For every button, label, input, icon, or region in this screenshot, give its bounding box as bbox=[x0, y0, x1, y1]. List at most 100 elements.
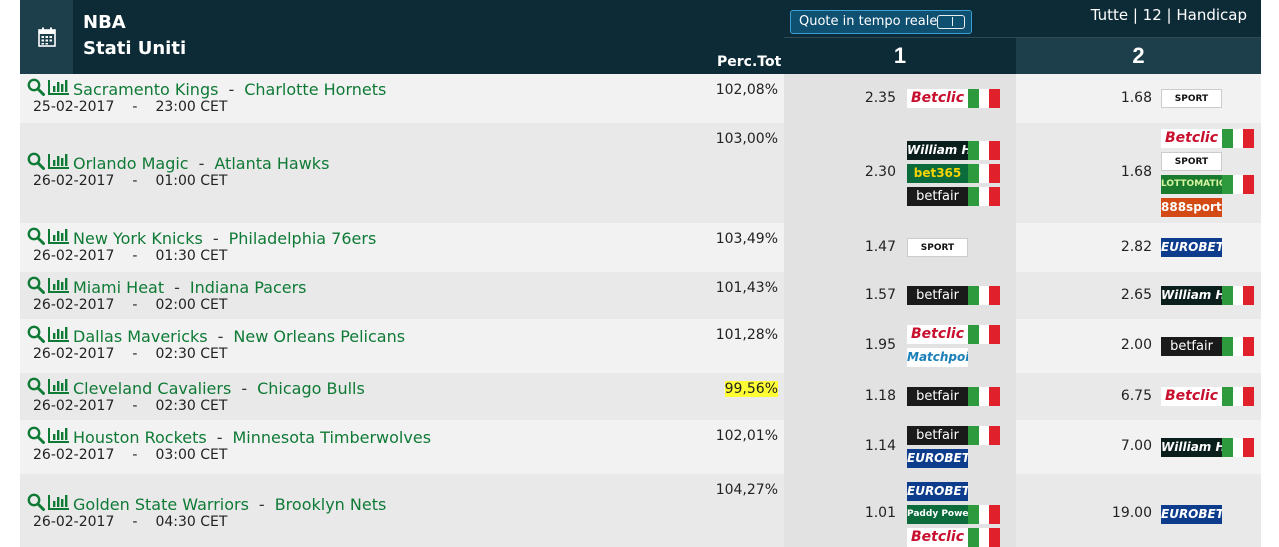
payout-value: 102,08% bbox=[715, 82, 778, 98]
match-row: 2.30 Orlando Magic - Atlanta Hawks 26-02-201… bbox=[20, 123, 1261, 223]
away-team-link[interactable]: New Orleans Pelicans bbox=[233, 327, 405, 346]
search-icon[interactable] bbox=[27, 493, 45, 515]
stats-icon[interactable] bbox=[48, 493, 70, 515]
bookmaker-betfair[interactable]: betfair bbox=[907, 387, 1001, 406]
match-date: 25-02-2017 bbox=[33, 99, 115, 115]
odd-home[interactable]: 2.35 bbox=[784, 90, 896, 106]
odd-home[interactable]: 1.01 bbox=[784, 505, 896, 521]
home-team-link[interactable]: Houston Rockets bbox=[73, 428, 207, 447]
bookmakers-away: William Hill bbox=[1161, 438, 1255, 461]
home-team-link[interactable]: Orlando Magic bbox=[73, 154, 189, 173]
away-team-link[interactable]: Charlotte Hornets bbox=[244, 80, 386, 99]
odd-home[interactable]: 1.57 bbox=[784, 287, 896, 303]
odd-away[interactable]: 1.68 bbox=[1040, 164, 1152, 180]
search-icon[interactable] bbox=[27, 78, 45, 100]
match-datetime: 25-02-2017 - 23:00 CET bbox=[27, 99, 386, 115]
bookmaker-betfair[interactable]: betfair bbox=[907, 286, 1001, 305]
odd-away[interactable]: 19.00 bbox=[1040, 505, 1152, 521]
bookmaker-betclic[interactable]: Betclic bbox=[1161, 387, 1255, 406]
bookmaker-betclic[interactable]: Betclic bbox=[907, 89, 1001, 108]
odd-away[interactable]: 6.75 bbox=[1040, 388, 1152, 404]
search-icon[interactable] bbox=[27, 377, 45, 399]
filter-handicap[interactable]: Handicap bbox=[1176, 6, 1247, 24]
bookmaker-sport[interactable]: SPORT bbox=[1161, 152, 1254, 171]
away-team-link[interactable]: Indiana Pacers bbox=[190, 278, 307, 297]
filter-12[interactable]: 12 bbox=[1143, 6, 1162, 24]
bookmaker-william-hill[interactable]: William Hill bbox=[1161, 438, 1255, 457]
bookmaker-betclic[interactable]: Betclic bbox=[907, 325, 1001, 344]
stats-icon[interactable] bbox=[48, 78, 70, 100]
bookmaker-betclic[interactable]: Betclic bbox=[907, 528, 1001, 547]
home-team-link[interactable]: Miami Heat bbox=[73, 278, 164, 297]
odd-away[interactable]: 2.00 bbox=[1040, 337, 1152, 353]
stats-icon[interactable] bbox=[48, 276, 70, 298]
odd-away[interactable]: 2.82 bbox=[1040, 239, 1152, 255]
stats-icon[interactable] bbox=[48, 426, 70, 448]
away-team-link[interactable]: Philadelphia 76ers bbox=[229, 229, 377, 248]
bookmaker-sport[interactable]: SPORT bbox=[1161, 89, 1222, 108]
bookmaker-sport[interactable]: SPORT bbox=[907, 238, 968, 257]
bookmaker-eurobet[interactable]: EUROBET bbox=[1161, 505, 1222, 524]
match-info: Cleveland Cavaliers - Chicago Bulls 26-02-2… bbox=[27, 377, 365, 414]
odd-away[interactable]: 1.68 bbox=[1040, 90, 1152, 106]
away-team-link[interactable]: Atlanta Hawks bbox=[214, 154, 329, 173]
match-teams: Sacramento Kings - Charlotte Hornets bbox=[27, 78, 386, 100]
home-team-link[interactable]: New York Knicks bbox=[73, 229, 203, 248]
odd-home[interactable]: 1.95 bbox=[784, 337, 896, 353]
filter-all[interactable]: Tutte bbox=[1091, 6, 1128, 24]
bookmaker-logo: Matchpoint bbox=[907, 348, 968, 367]
bookmaker-betfair[interactable]: betfair bbox=[1161, 337, 1255, 356]
bookmaker-logo: Betclic bbox=[907, 89, 968, 108]
away-team-link[interactable]: Brooklyn Nets bbox=[275, 495, 387, 514]
bookmaker-william-hill[interactable]: William Hill bbox=[1161, 286, 1255, 305]
bookmaker-888sport-it[interactable]: 888sport.it bbox=[1161, 198, 1254, 217]
search-icon[interactable] bbox=[27, 227, 45, 249]
search-icon[interactable] bbox=[27, 325, 45, 347]
home-team-link[interactable]: Golden State Warriors bbox=[73, 495, 249, 514]
bookmaker-eurobet[interactable]: EUROBET bbox=[907, 449, 1000, 468]
bookmaker-logo: Betclic bbox=[1161, 129, 1222, 148]
stats-icon[interactable] bbox=[48, 325, 70, 347]
odd-home[interactable]: 1.14 bbox=[784, 438, 896, 454]
live-odds-toggle[interactable]: Quote in tempo reale bbox=[790, 10, 972, 34]
match-datetime: 26-02-2017 - 04:30 CET bbox=[27, 514, 386, 530]
match-time: 01:30 CET bbox=[155, 248, 228, 264]
search-icon[interactable] bbox=[27, 426, 45, 448]
search-icon[interactable] bbox=[27, 152, 45, 174]
match-datetime: 26-02-2017 - 01:30 CET bbox=[27, 248, 376, 264]
italy-flag-icon bbox=[968, 505, 1001, 524]
home-team-link[interactable]: Sacramento Kings bbox=[73, 80, 218, 99]
search-icon[interactable] bbox=[27, 276, 45, 298]
bookmaker-bet365[interactable]: bet365 bbox=[907, 164, 1001, 183]
live-odds-label: Quote in tempo reale bbox=[799, 14, 938, 29]
bookmaker-eurobet[interactable]: EUROBET bbox=[1161, 238, 1222, 257]
odd-home[interactable]: 1.18 bbox=[784, 388, 896, 404]
home-team-link[interactable]: Dallas Mavericks bbox=[73, 327, 208, 346]
match-info: New York Knicks - Philadelphia 76ers 26-02-… bbox=[27, 227, 377, 264]
odd-home[interactable]: 2.30 bbox=[784, 164, 896, 180]
odd-away[interactable]: 7.00 bbox=[1040, 438, 1152, 454]
bookmaker-betfair[interactable]: betfair bbox=[907, 426, 1001, 445]
bookmaker-matchpoint[interactable]: Matchpoint bbox=[907, 348, 1000, 367]
stats-icon[interactable] bbox=[48, 227, 70, 249]
bookmakers-home: betfair EUROBET bbox=[907, 426, 1001, 472]
bookmaker-william-hill[interactable]: William Hill bbox=[907, 141, 1001, 160]
stats-icon[interactable] bbox=[48, 152, 70, 174]
bookmaker-logo: EUROBET bbox=[907, 482, 968, 501]
bookmaker-betfair[interactable]: betfair bbox=[907, 187, 1001, 206]
perc-column-header: Perc.Tot bbox=[717, 54, 782, 70]
bookmaker-eurobet[interactable]: EUROBET bbox=[907, 482, 1000, 501]
stats-icon[interactable] bbox=[48, 377, 70, 399]
italy-flag-icon bbox=[1222, 129, 1255, 148]
odd-away[interactable]: 2.65 bbox=[1040, 287, 1152, 303]
calendar-icon[interactable] bbox=[20, 0, 73, 74]
home-team-link[interactable]: Cleveland Cavaliers bbox=[73, 379, 231, 398]
away-team-link[interactable]: Chicago Bulls bbox=[257, 379, 365, 398]
odd-home[interactable]: 1.47 bbox=[784, 239, 896, 255]
away-team-link[interactable]: Minnesota Timberwolves bbox=[233, 428, 432, 447]
bookmaker-lottomatica[interactable]: LOTTOMATICA bbox=[1161, 175, 1255, 194]
italy-flag-icon bbox=[1222, 337, 1255, 356]
bookmaker-paddy-power[interactable]: Paddy Power bbox=[907, 505, 1001, 524]
bookmaker-logo: betfair bbox=[907, 387, 968, 406]
bookmaker-betclic[interactable]: Betclic bbox=[1161, 129, 1255, 148]
